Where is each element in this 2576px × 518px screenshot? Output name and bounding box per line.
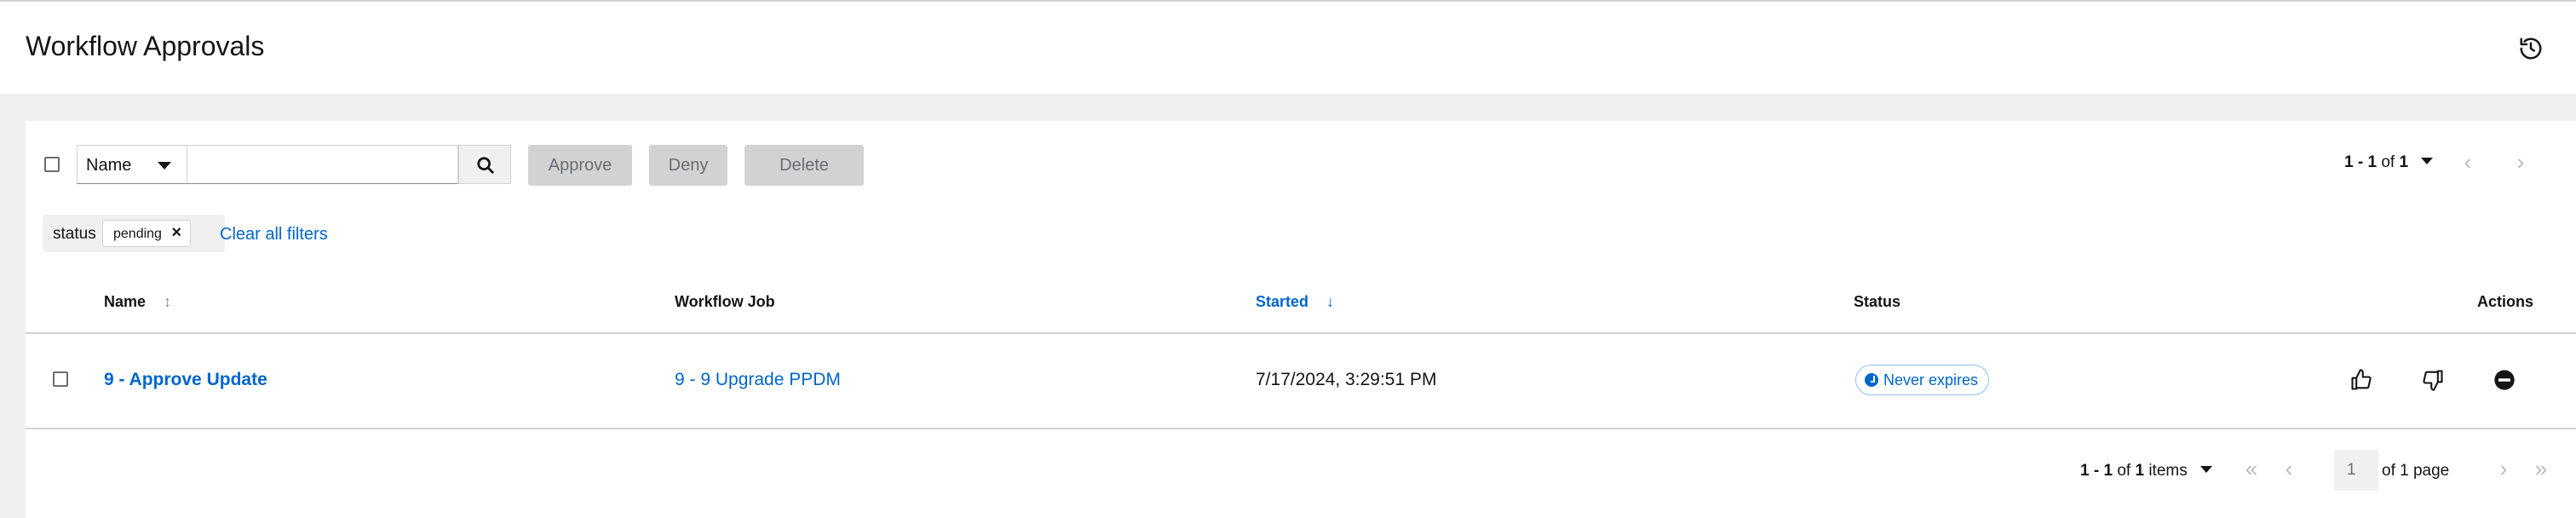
select-all-checkbox[interactable]: [44, 157, 60, 172]
next-page-icon[interactable]: ›: [2491, 457, 2516, 482]
pagination-total: 1: [2399, 153, 2409, 171]
close-icon[interactable]: ×: [171, 223, 181, 243]
row-name-link[interactable]: 9 - Approve Update: [104, 370, 267, 390]
last-page-icon[interactable]: »: [2528, 457, 2554, 482]
column-header-name[interactable]: Name ↕: [104, 293, 171, 311]
row-started: 7/17/2024, 3:29:51 PM: [1256, 370, 1437, 389]
status-badge-text: Never expires: [1883, 371, 1979, 388]
filter-chip-category: status: [53, 225, 96, 243]
filter-chip: pending ×: [102, 220, 191, 247]
table-row-divider: [26, 428, 2576, 429]
thumbs-up-icon[interactable]: [2349, 368, 2375, 394]
deny-button[interactable]: Deny: [649, 145, 727, 186]
page-header: Workflow Approvals: [0, 0, 2576, 94]
delete-button[interactable]: Delete: [745, 145, 864, 186]
column-header-status: Status: [1854, 293, 1901, 310]
row-select-checkbox[interactable]: [53, 371, 68, 387]
status-badge: Never expires: [1855, 365, 1990, 395]
footer-pagination-range: 1 - 1: [2080, 462, 2113, 480]
footer-pagination-toggle[interactable]: 1 - 1 of 1 items: [2080, 462, 2212, 481]
thumbs-down-icon[interactable]: [2421, 368, 2447, 394]
sort-down-icon: ↓: [1326, 293, 1335, 310]
search-icon: [477, 157, 494, 174]
next-page-icon[interactable]: ›: [2508, 150, 2533, 176]
caret-down-icon: [2200, 466, 2212, 473]
search-button[interactable]: [458, 145, 511, 184]
column-header-label: Started: [1256, 293, 1309, 310]
approvals-card: Name Approve Deny Delete 1 - 1 of 1 ‹ › …: [26, 121, 2576, 518]
sort-icon: ↕: [164, 293, 172, 310]
page-title: Workflow Approvals: [26, 31, 265, 61]
pagination-of: of: [2381, 153, 2395, 171]
filter-field-select[interactable]: Name: [77, 145, 187, 184]
filter-chip-group: status pending ×: [43, 215, 225, 252]
history-icon[interactable]: [2518, 36, 2544, 61]
footer-pagination-total: 1: [2135, 462, 2145, 480]
previous-page-icon[interactable]: ‹: [2455, 150, 2481, 176]
filter-chip-label: pending: [113, 227, 162, 241]
search-input[interactable]: [187, 145, 458, 184]
caret-down-icon: [158, 162, 171, 170]
previous-page-icon[interactable]: ‹: [2276, 457, 2302, 482]
column-header-actions: Actions: [2477, 293, 2534, 310]
pagination-toggle[interactable]: 1 - 1 of 1: [2344, 153, 2434, 172]
clear-all-filters-link[interactable]: Clear all filters: [220, 225, 328, 245]
footer-pagination-of: of: [2117, 462, 2131, 480]
column-header-workflow-job: Workflow Job: [675, 293, 775, 310]
clock-icon: [1865, 373, 1878, 387]
pagination-range: 1 - 1: [2344, 153, 2378, 171]
first-page-icon[interactable]: «: [2239, 457, 2264, 482]
row-workflow-job-link[interactable]: 9 - 9 Upgrade PPDM: [675, 370, 841, 390]
footer-pagination-items: items: [2148, 462, 2188, 480]
column-header-started[interactable]: Started ↓: [1256, 293, 1334, 311]
column-header-label: Name: [104, 293, 147, 310]
filter-field-label: Name: [86, 156, 132, 175]
caret-down-icon: [2421, 158, 2434, 164]
minus-circle-icon[interactable]: [2493, 368, 2518, 394]
table-header-divider: [26, 332, 2576, 334]
approve-button[interactable]: Approve: [528, 145, 632, 186]
current-page-input[interactable]: 1: [2334, 450, 2378, 491]
of-pages-label: of 1 page: [2382, 462, 2450, 480]
